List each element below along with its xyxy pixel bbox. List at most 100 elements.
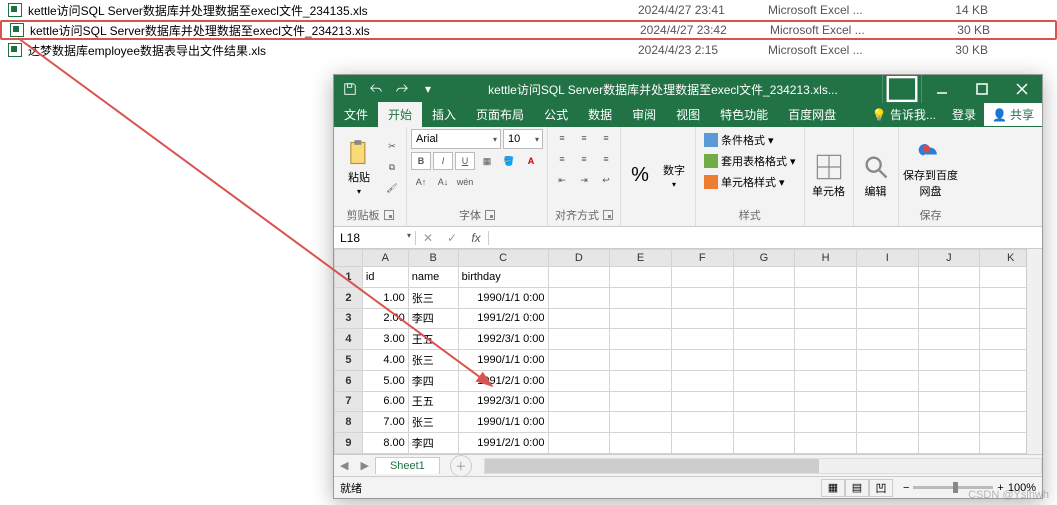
tell-me[interactable]: 💡 告诉我... — [864, 102, 944, 127]
phonetic-icon[interactable]: wén — [455, 173, 475, 191]
cell[interactable] — [671, 370, 733, 391]
cell[interactable] — [918, 267, 980, 288]
cell[interactable] — [918, 287, 980, 308]
cell[interactable]: 1991/2/1 0:00 — [458, 370, 548, 391]
align-left-icon[interactable]: ≡ — [552, 150, 572, 168]
cell[interactable] — [610, 391, 672, 412]
cell[interactable] — [733, 391, 795, 412]
cell[interactable] — [795, 329, 857, 350]
cell[interactable] — [733, 412, 795, 433]
cell[interactable] — [795, 370, 857, 391]
cell[interactable] — [733, 350, 795, 371]
minimize-button[interactable] — [922, 75, 962, 103]
increase-font-icon[interactable]: A↑ — [411, 173, 431, 191]
column-header[interactable]: I — [856, 250, 918, 267]
tab-insert[interactable]: 插入 — [422, 102, 466, 127]
format-painter-icon[interactable]: 🖌 — [382, 180, 402, 198]
row-header[interactable]: 4 — [335, 329, 363, 350]
ribbon-display-icon[interactable] — [882, 75, 922, 103]
login-button[interactable]: 登录 — [944, 102, 984, 127]
cell[interactable] — [548, 287, 610, 308]
cell[interactable]: 8.00 — [362, 433, 408, 454]
cells-button[interactable]: 单元格 — [809, 140, 849, 212]
paste-button[interactable]: 粘贴▾ — [338, 132, 380, 204]
cell[interactable]: 王五 — [408, 391, 458, 412]
cell[interactable]: id — [362, 267, 408, 288]
cell[interactable] — [856, 308, 918, 329]
cell[interactable]: 2.00 — [362, 308, 408, 329]
maximize-button[interactable] — [962, 75, 1002, 103]
number-format-button[interactable]: 数字▾ — [657, 140, 691, 212]
cell[interactable] — [548, 412, 610, 433]
cell[interactable] — [610, 267, 672, 288]
indent-dec-icon[interactable]: ⇤ — [552, 171, 572, 189]
cell[interactable] — [918, 350, 980, 371]
italic-button[interactable]: I — [433, 152, 453, 170]
column-header[interactable]: C — [458, 250, 548, 267]
cell[interactable] — [671, 287, 733, 308]
fx-icon[interactable]: fx — [464, 231, 488, 245]
cut-icon[interactable]: ✂ — [382, 138, 402, 156]
cell[interactable] — [671, 433, 733, 454]
cell[interactable] — [548, 370, 610, 391]
table-format-button[interactable]: 套用表格格式 ▾ — [704, 152, 796, 170]
cell[interactable] — [856, 350, 918, 371]
row-header[interactable]: 8 — [335, 412, 363, 433]
file-row[interactable]: 达梦数据库employee数据表导出文件结果.xls 2024/4/23 2:1… — [0, 40, 1057, 60]
font-color-button[interactable]: A — [521, 152, 541, 170]
worksheet-grid[interactable]: ABCDEFGHIJK1idnamebirthday21.00张三1990/1/… — [334, 249, 1042, 454]
align-center-icon[interactable]: ≡ — [574, 150, 594, 168]
cell[interactable] — [610, 329, 672, 350]
redo-icon[interactable] — [390, 78, 414, 100]
view-break-icon[interactable]: 凹 — [869, 479, 893, 497]
cell[interactable] — [610, 433, 672, 454]
font-name-select[interactable]: Arial — [411, 129, 501, 149]
cell[interactable]: 3.00 — [362, 329, 408, 350]
cell[interactable] — [856, 287, 918, 308]
cell[interactable]: 1990/1/1 0:00 — [458, 287, 548, 308]
cell[interactable] — [856, 370, 918, 391]
file-row[interactable]: kettle访问SQL Server数据库并处理数据至execl文件_23421… — [0, 20, 1057, 40]
sheet-nav-next-icon[interactable]: ▶ — [354, 459, 374, 472]
cell[interactable] — [795, 308, 857, 329]
edit-button[interactable]: 编辑 — [858, 140, 894, 212]
percent-button[interactable]: % — [625, 140, 655, 212]
launcher-icon[interactable] — [603, 210, 613, 220]
cell[interactable] — [610, 350, 672, 371]
cell[interactable] — [671, 391, 733, 412]
cell[interactable] — [548, 329, 610, 350]
row-header[interactable]: 5 — [335, 350, 363, 371]
cell[interactable]: 李四 — [408, 370, 458, 391]
cell[interactable]: 李四 — [408, 433, 458, 454]
enter-fx-icon[interactable]: ✓ — [440, 231, 464, 245]
add-sheet-button[interactable]: ＋ — [450, 455, 472, 477]
cell[interactable] — [733, 287, 795, 308]
tab-review[interactable]: 审阅 — [622, 102, 666, 127]
cell[interactable]: 张三 — [408, 287, 458, 308]
cell[interactable] — [733, 308, 795, 329]
cell[interactable]: 王五 — [408, 329, 458, 350]
column-header[interactable]: D — [548, 250, 610, 267]
cell[interactable]: 5.00 — [362, 370, 408, 391]
baidu-save-button[interactable]: 保存到百度网盘 — [903, 132, 959, 204]
horizontal-scrollbar[interactable] — [484, 458, 1042, 474]
decrease-font-icon[interactable]: A↓ — [433, 173, 453, 191]
row-header[interactable]: 7 — [335, 391, 363, 412]
cell[interactable]: 张三 — [408, 350, 458, 371]
cell[interactable] — [671, 350, 733, 371]
cell[interactable] — [918, 370, 980, 391]
sheet-nav-prev-icon[interactable]: ◀ — [334, 459, 354, 472]
cell[interactable]: 1991/2/1 0:00 — [458, 433, 548, 454]
cell[interactable] — [548, 433, 610, 454]
cell[interactable] — [795, 433, 857, 454]
cell[interactable] — [918, 433, 980, 454]
cell[interactable] — [733, 329, 795, 350]
tab-formula[interactable]: 公式 — [534, 102, 578, 127]
row-header[interactable]: 6 — [335, 370, 363, 391]
tab-home[interactable]: 开始 — [378, 102, 422, 127]
cell[interactable]: 1991/2/1 0:00 — [458, 308, 548, 329]
align-mid-icon[interactable]: ≡ — [574, 129, 594, 147]
cell[interactable]: 1990/1/1 0:00 — [458, 412, 548, 433]
cell[interactable] — [733, 433, 795, 454]
tab-view[interactable]: 视图 — [666, 102, 710, 127]
